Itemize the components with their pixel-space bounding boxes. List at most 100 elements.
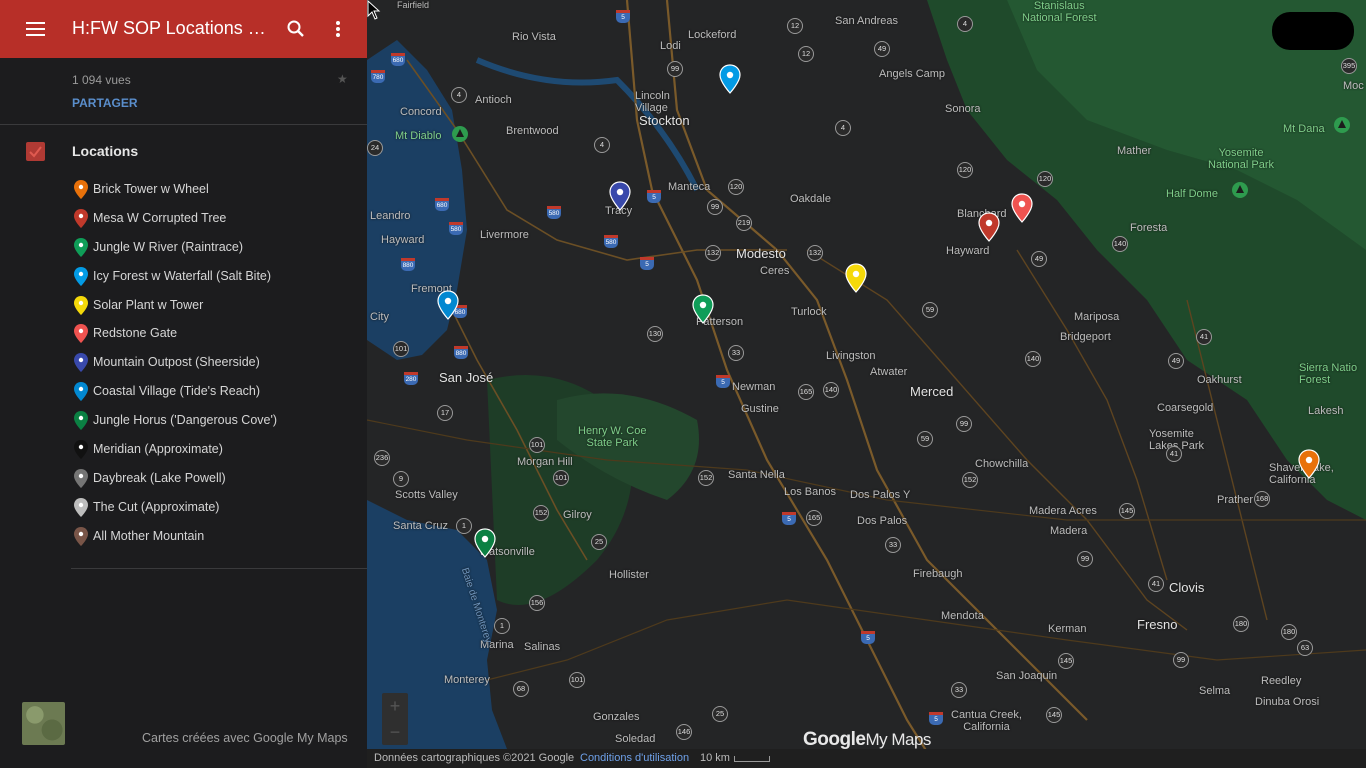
place-label: Newman [732,381,776,393]
route-shield: 4 [451,87,467,103]
place-label: Fresno [1137,617,1178,632]
map-marker[interactable] [437,290,459,320]
route-shield: 68 [513,681,529,697]
map-pin-icon [74,353,88,373]
place-label: Atwater [870,366,908,378]
menu-icon[interactable] [22,16,50,42]
place-label: Dos Palos Y [850,489,911,501]
layer-checkbox[interactable] [26,142,45,161]
place-label: Concord [400,106,442,118]
zoom-in-button[interactable]: + [382,693,408,719]
route-shield: 99 [1173,652,1189,668]
location-item[interactable]: Jungle Horus ('Dangerous Cove') [72,409,362,438]
map-marker[interactable] [609,181,631,211]
route-shield: 33 [885,537,901,553]
share-button[interactable]: PARTAGER [72,96,138,110]
place-label: Scotts Valley [395,489,458,501]
park-icon [1334,117,1350,133]
place-label: Brentwood [506,125,559,137]
place-label: Gilroy [563,509,592,521]
interstate-shield: 5 [782,512,796,525]
mymaps-logo-text: My Maps [865,730,931,749]
location-item[interactable]: Meridian (Approximate) [72,438,362,467]
map-canvas[interactable]: Rio Vista Lodi Lockeford San Andreas Ang… [367,0,1366,768]
place-label: Stockton [639,113,690,128]
route-shield: 219 [736,215,752,231]
location-list: Brick Tower w Wheel Mesa W Corrupted Tree… [72,178,362,554]
map-marker[interactable] [1011,193,1033,223]
map-pin-icon [74,526,88,546]
route-shield: 101 [529,437,545,453]
map-marker[interactable] [845,263,867,293]
route-shield: 4 [835,120,851,136]
basemap-thumbnail[interactable] [22,702,65,745]
redacted-area [1272,12,1354,50]
location-label: Daybreak (Lake Powell) [93,470,226,485]
location-item[interactable]: Coastal Village (Tide's Reach) [72,380,362,409]
search-icon[interactable] [283,16,309,42]
place-label: Monterey [444,674,490,686]
route-shield: 59 [922,302,938,318]
map-attribution: Données cartographiques ©2021 Google [374,752,575,764]
place-label: San Andreas [835,15,898,27]
location-item[interactable]: Brick Tower w Wheel [72,178,362,207]
location-item[interactable]: Daybreak (Lake Powell) [72,467,362,496]
scale-bar [734,756,770,762]
place-label: Santa Nella [728,469,785,481]
route-shield: 145 [1119,503,1135,519]
place-label: Los Banos [784,486,836,498]
route-shield: 395 [1341,58,1357,74]
place-label: Soledad [615,733,656,745]
location-item[interactable]: Mesa W Corrupted Tree [72,207,362,236]
location-item[interactable]: All Mother Mountain [72,525,362,554]
place-label: Clovis [1169,580,1205,595]
interstate-shield: 780 [371,70,385,83]
map-pin-icon [74,180,88,199]
place-label: Sierra Natio Forest [1299,362,1358,386]
location-item[interactable]: Jungle W River (Raintrace) [72,236,362,265]
map-marker[interactable] [1298,449,1320,479]
map-pin-icon [74,295,88,315]
place-label: Salinas [524,641,561,653]
location-label: Jungle Horus ('Dangerous Cove') [93,413,278,428]
map-marker[interactable] [474,528,496,558]
place-label: Fairfield [397,0,430,10]
divider [0,124,367,125]
location-item[interactable]: Solar Plant w Tower [72,294,362,323]
terms-link[interactable]: Conditions d'utilisation [580,752,689,764]
route-shield: 152 [962,472,978,488]
place-label: Dinuba Orosi [1255,696,1320,708]
place-label: Mather [1117,145,1152,157]
route-shield: 4 [957,16,973,32]
place-label: Mariposa [1074,311,1120,323]
place-label: Angels Camp [879,68,946,80]
location-label: Icy Forest w Waterfall (Salt Bite) [93,268,272,283]
place-label: Kerman [1048,623,1087,635]
route-shield: 99 [1077,551,1093,567]
map-marker[interactable] [692,294,714,324]
place-label: Antioch [475,94,512,106]
route-shield: 12 [787,18,803,34]
interstate-shield: 580 [449,222,463,235]
route-shield: 152 [698,470,714,486]
map-pin-icon [74,208,88,228]
place-label: Morgan Hill [517,456,573,468]
route-shield: 25 [591,534,607,550]
location-item[interactable]: The Cut (Approximate) [72,496,362,525]
map-marker[interactable] [978,212,1000,242]
route-shield: 41 [1148,576,1164,592]
route-shield: 101 [553,470,569,486]
map-marker[interactable] [719,64,741,94]
route-shield: 140 [823,382,839,398]
map-pin-icon [74,324,88,344]
location-item[interactable]: Icy Forest w Waterfall (Salt Bite) [72,265,362,294]
route-shield: 59 [917,431,933,447]
zoom-out-button[interactable]: − [382,719,408,745]
park-icon [1232,182,1248,198]
location-item[interactable]: Redstone Gate [72,322,362,351]
place-label: Stanislaus National Forest [1022,0,1097,24]
star-icon[interactable]: ★ [337,72,348,86]
more-options-icon[interactable] [326,16,350,42]
location-item[interactable]: Mountain Outpost (Sheerside) [72,351,362,380]
interstate-shield: 5 [716,375,730,388]
